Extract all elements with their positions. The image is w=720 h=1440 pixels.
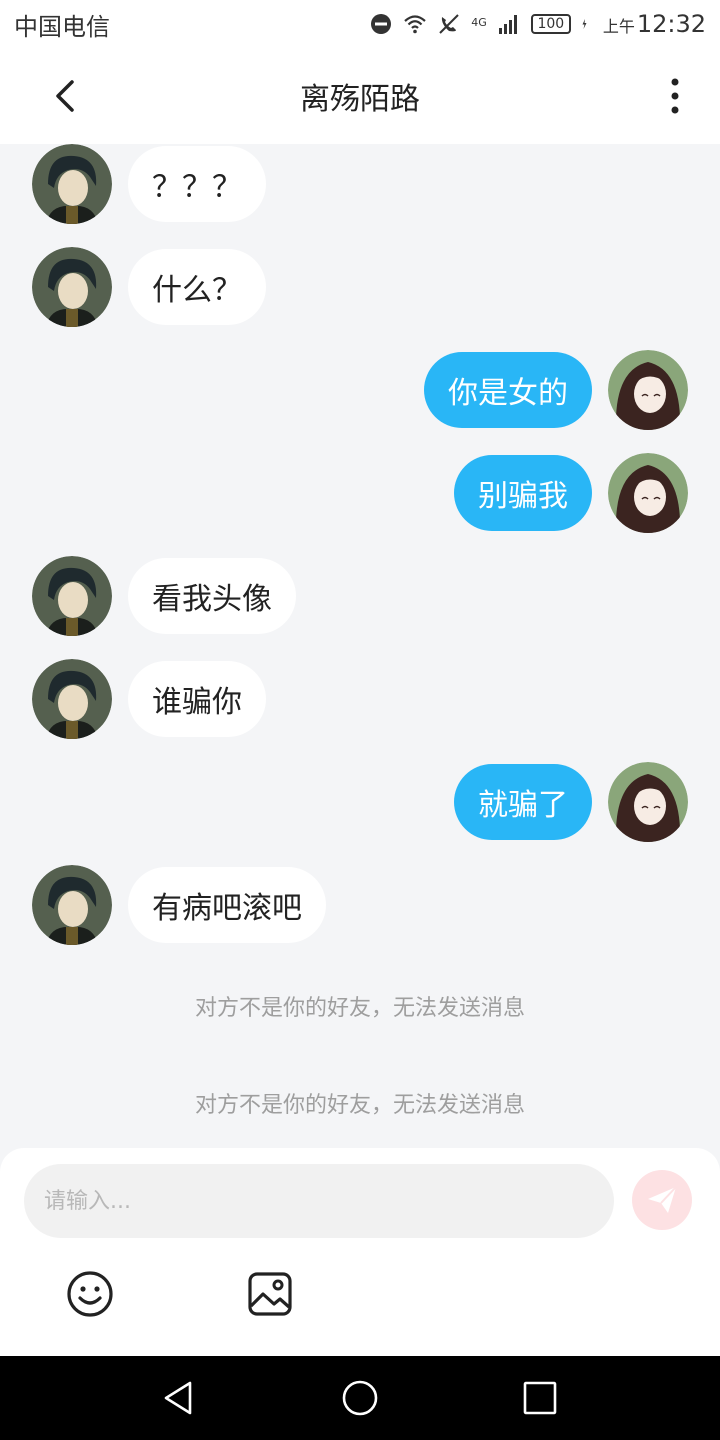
contact-avatar[interactable] <box>32 556 112 636</box>
system-nav-bar <box>0 1356 720 1440</box>
send-button[interactable] <box>632 1170 692 1230</box>
message-row: 就骗了 <box>0 762 720 842</box>
message-bubble[interactable]: 什么？ <box>128 249 266 325</box>
nav-home-icon[interactable] <box>340 1378 380 1418</box>
battery-indicator: 100 <box>530 14 571 34</box>
nav-recents-icon[interactable] <box>520 1378 560 1418</box>
charging-icon <box>582 19 587 29</box>
emoji-icon[interactable] <box>66 1270 114 1318</box>
system-notice: 对方不是你的好友，无法发送消息 <box>194 1093 525 1118</box>
message-bubble[interactable]: 就骗了 <box>454 764 592 840</box>
message-row: 什么？ <box>0 247 720 327</box>
system-notice: 对方不是你的好友，无法发送消息 <box>194 996 525 1021</box>
do-not-disturb-icon <box>371 14 392 34</box>
contact-avatar[interactable] <box>32 865 112 945</box>
status-icons: 4G 100 上午12:32 <box>369 10 706 38</box>
message-row: 有病吧滚吧 <box>0 865 720 945</box>
image-icon[interactable] <box>246 1270 294 1318</box>
input-panel <box>0 1148 720 1356</box>
message-row: 看我头像 <box>0 556 720 636</box>
network-type-label: 4G <box>471 16 487 29</box>
message-row: 谁骗你 <box>0 659 720 739</box>
time-value: 12:32 <box>636 10 706 38</box>
contact-avatar[interactable] <box>32 144 112 224</box>
chat-header: 离殇陌路 <box>0 48 720 144</box>
message-row: 别骗我 <box>0 453 720 533</box>
my-avatar[interactable] <box>608 453 688 533</box>
wifi-icon <box>404 15 427 34</box>
message-bubble[interactable]: 别骗我 <box>454 455 592 531</box>
time-prefix: 上午 <box>602 17 635 36</box>
status-bar: 中国电信 4G 100 上午12:32 <box>0 0 720 48</box>
message-row: 你是女的 <box>0 350 720 430</box>
my-avatar[interactable] <box>608 762 688 842</box>
status-time: 上午12:32 <box>603 10 706 38</box>
message-input[interactable] <box>24 1164 614 1238</box>
chevron-left-icon[interactable] <box>46 76 86 116</box>
page-title: 离殇陌路 <box>300 82 420 117</box>
chat-screen: 中国电信 4G 100 上午12:32 离殇陌路 ？？？ 什么？ 你是女的 别骗… <box>0 0 720 1440</box>
signal-icon <box>498 15 517 34</box>
my-avatar[interactable] <box>608 350 688 430</box>
carrier-label: 中国电信 <box>14 12 110 41</box>
message-bubble[interactable]: 有病吧滚吧 <box>128 867 326 943</box>
send-icon <box>648 1186 677 1213</box>
contact-avatar[interactable] <box>32 659 112 739</box>
message-list: ？？？ 什么？ 你是女的 别骗我 看我头像 谁骗你 就骗了 有病吧滚吧 对方不是… <box>0 144 720 1148</box>
message-bubble[interactable]: 看我头像 <box>128 558 296 634</box>
message-bubble[interactable]: ？？？ <box>128 146 266 222</box>
message-bubble[interactable]: 谁骗你 <box>128 661 266 737</box>
message-bubble[interactable]: 你是女的 <box>424 352 592 428</box>
nav-back-icon[interactable] <box>160 1378 200 1418</box>
more-vertical-icon[interactable] <box>660 76 690 116</box>
contact-avatar[interactable] <box>32 247 112 327</box>
no-call-icon <box>439 14 459 34</box>
message-row: ？？？ <box>0 144 720 224</box>
